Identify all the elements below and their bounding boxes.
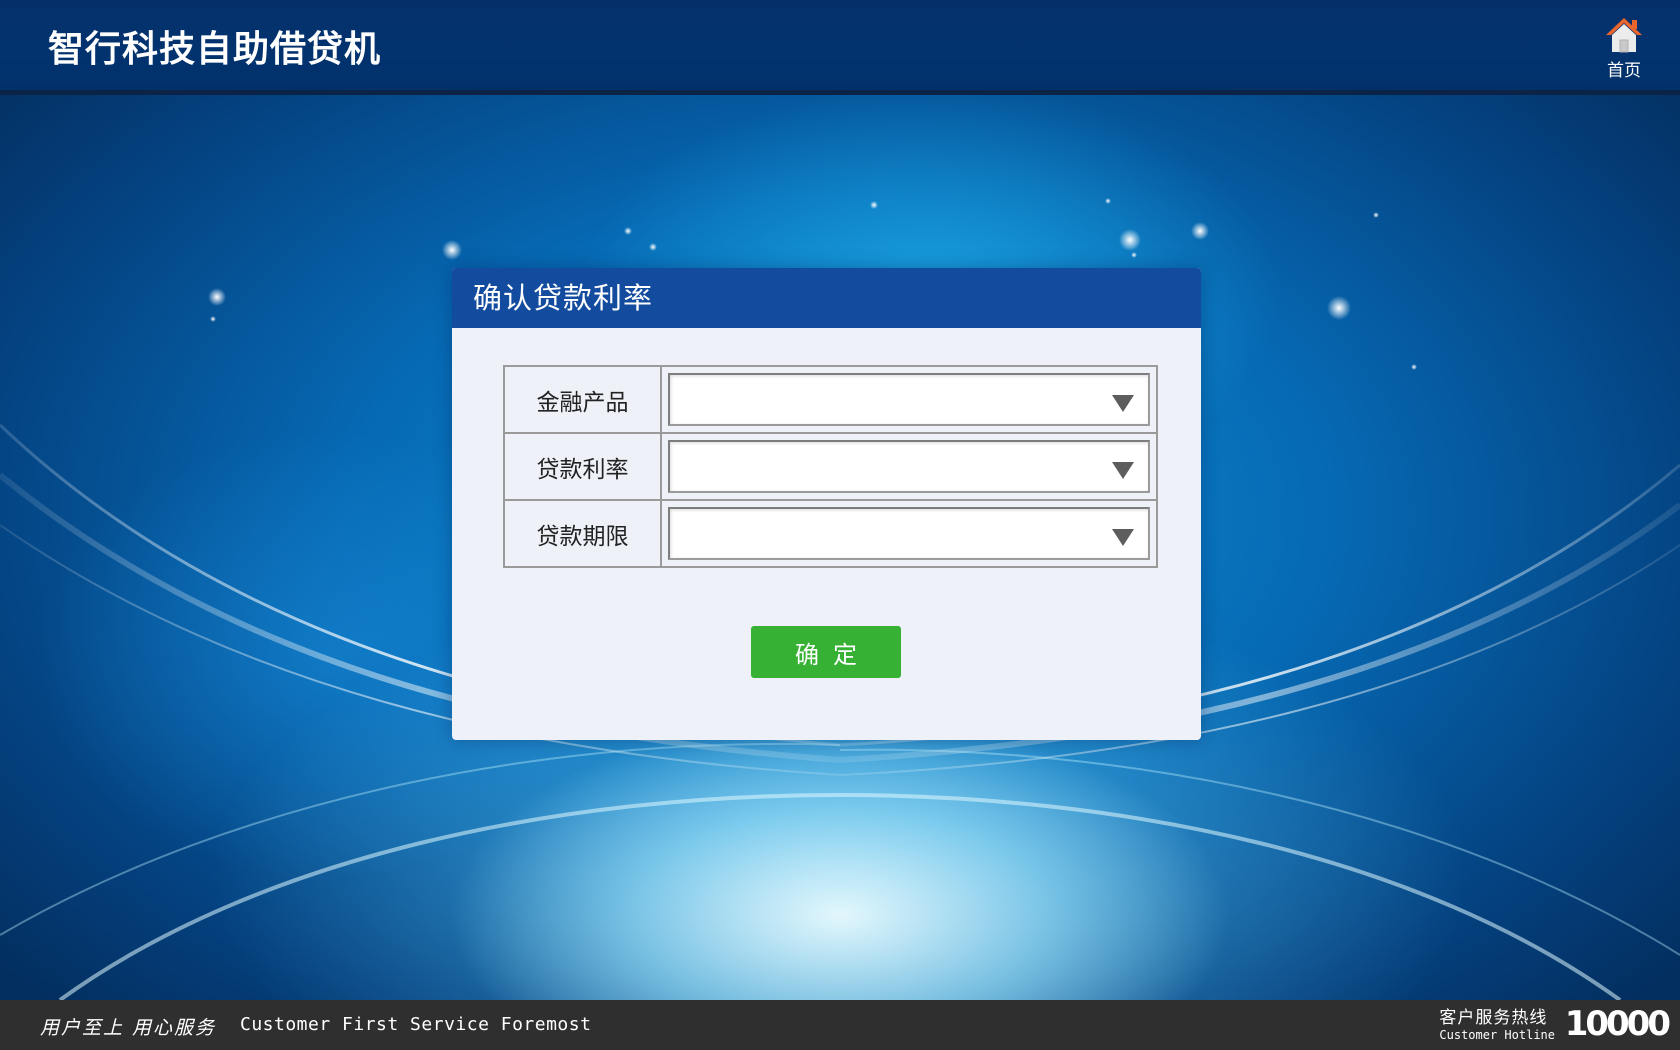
hotline-label-cn: 客户服务热线	[1439, 1008, 1548, 1028]
rate-label: 贷款利率	[503, 432, 662, 501]
rate-select[interactable]	[668, 440, 1150, 493]
product-select[interactable]	[668, 373, 1150, 426]
form-row-rate: 贷款利率	[503, 432, 1158, 501]
dropdown-arrow-icon[interactable]	[1112, 462, 1134, 479]
form-row-product: 金融产品	[503, 365, 1158, 434]
term-select[interactable]	[668, 507, 1150, 560]
footer-slogan-cn: 用户至上 用心服务	[40, 1017, 217, 1039]
app-header: 智行科技自助借贷机 首页	[0, 0, 1680, 95]
confirm-button[interactable]: 确定	[751, 626, 901, 678]
term-label: 贷款期限	[503, 499, 662, 568]
hotline-label: 客户服务热线 Customer Hotline	[1439, 1008, 1555, 1042]
home-label: 首页	[1607, 61, 1641, 81]
dialog-header: 确认贷款利率	[452, 268, 1201, 328]
dropdown-arrow-icon[interactable]	[1112, 395, 1134, 412]
hotline-number: 10000	[1564, 1004, 1671, 1044]
dropdown-arrow-icon[interactable]	[1112, 529, 1134, 546]
home-icon	[1594, 16, 1654, 54]
footer-slogan-en: Customer First Service Foremost	[240, 1014, 592, 1035]
loan-form-table: 金融产品 贷款利率 贷款期限	[503, 365, 1158, 568]
hotline-label-en: Customer Hotline	[1439, 1028, 1555, 1042]
app-title: 智行科技自助借贷机	[48, 29, 382, 70]
footer: 用户至上 用心服务 Customer First Service Foremos…	[0, 1000, 1680, 1050]
product-label: 金融产品	[503, 365, 662, 434]
dialog-title: 确认贷款利率	[473, 281, 654, 315]
loan-rate-dialog: 确认贷款利率 金融产品 贷款利率 贷款期限 确定	[452, 268, 1201, 740]
home-button[interactable]: 首页	[1594, 16, 1654, 86]
form-row-term: 贷款期限	[503, 499, 1158, 568]
